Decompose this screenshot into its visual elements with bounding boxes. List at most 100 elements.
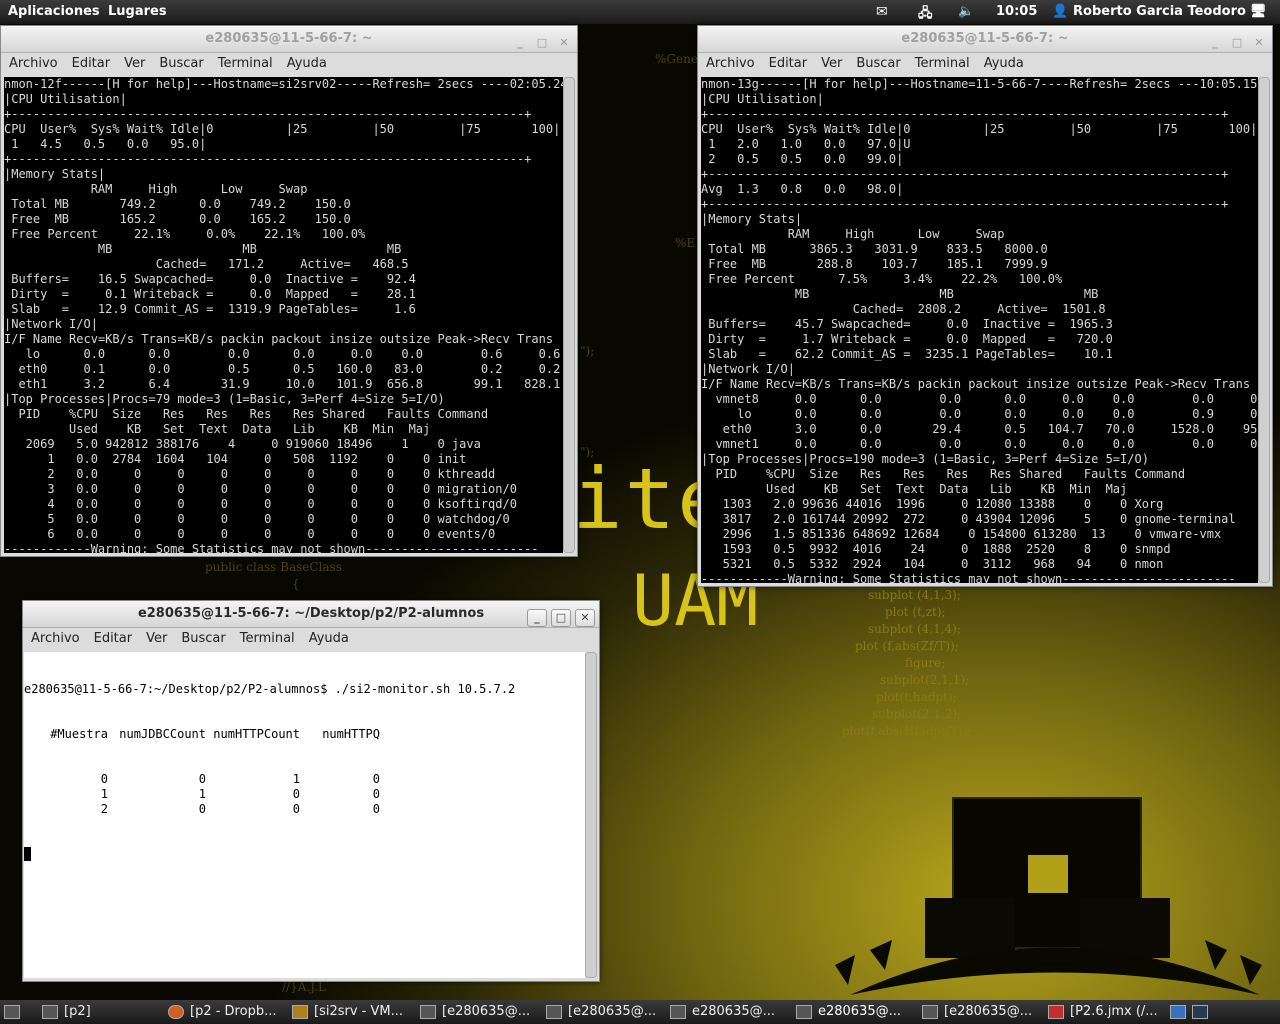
- menu-buscar[interactable]: Buscar: [181, 631, 225, 646]
- terminal-line: eth0 3.0 0.0 29.4 0.5 104.7 70.0 1528.0 …: [701, 422, 1258, 436]
- terminal-line: vmnet8 0.0 0.0 0.0 0.0 0.0 0.0 0.0 0.0: [701, 392, 1258, 406]
- taskbar-item-terminal[interactable]: [e280635@...: [420, 1004, 530, 1019]
- terminal-line: MB MB MB: [4, 242, 402, 256]
- menu-ver[interactable]: Ver: [124, 56, 145, 71]
- minimize-button[interactable]: _: [527, 609, 547, 627]
- maximize-button[interactable]: □: [533, 35, 551, 51]
- menu-ver[interactable]: Ver: [821, 56, 842, 71]
- close-button[interactable]: ✕: [555, 35, 573, 51]
- terminal-line: lo 0.0 0.0 0.0 0.0 0.0 0.0 0.9 0.9: [701, 407, 1258, 421]
- taskbar-label: e280635@...: [818, 1004, 902, 1019]
- terminal-line: Buffers= 45.7 Swapcached= 0.0 Inactive =…: [701, 317, 1113, 331]
- bg-code-line: public class BaseClass: [205, 560, 342, 574]
- terminal-line: |Network I/O|: [4, 317, 98, 331]
- maximize-button[interactable]: □: [1228, 35, 1246, 51]
- terminal-line: Slab = 12.9 Commit_AS = 1319.9 PageTable…: [4, 302, 416, 316]
- monitor-icon[interactable]: 🖥: [1250, 4, 1267, 19]
- scrollbar[interactable]: [1258, 77, 1270, 583]
- menu-buscar[interactable]: Buscar: [856, 56, 900, 71]
- table-cell: 1: [292, 772, 300, 786]
- terminal-line: Free MB 288.8 103.7 185.1 7999.9: [701, 257, 1048, 271]
- terminal-output[interactable]: nmon-13g------[H for help]---Hostname=11…: [701, 77, 1258, 583]
- menu-ayuda[interactable]: Ayuda: [984, 56, 1024, 71]
- clock[interactable]: 10:05: [996, 4, 1037, 19]
- window-titlebar[interactable]: e280635@11-5-66-7: ~/Desktop/p2/P2-alumn…: [23, 601, 599, 628]
- terminal-line: +---------------------------------------…: [701, 167, 1229, 181]
- terminal-line: |CPU Utilisation|: [4, 92, 127, 106]
- applications-menu[interactable]: Aplicaciones: [8, 4, 100, 19]
- menu-editar[interactable]: Editar: [72, 56, 111, 71]
- terminal-line: |Top Processes|Procs=79 mode=3 (1=Basic,…: [4, 392, 445, 406]
- menu-editar[interactable]: Editar: [769, 56, 808, 71]
- terminal-line: 2069 5.0 942812 388176 4 0 919060 18496 …: [4, 437, 481, 451]
- user-name[interactable]: Roberto Garcia Teodoro: [1073, 4, 1246, 19]
- show-desktop-icon[interactable]: [4, 1004, 26, 1019]
- menu-terminal[interactable]: Terminal: [915, 56, 970, 71]
- menu-editar[interactable]: Editar: [94, 631, 133, 646]
- terminal-line: 3 0.0 0 0 0 0 0 0 0 0 migration/0: [4, 482, 517, 496]
- taskbar-item-p2-folder[interactable]: [p2]: [42, 1004, 91, 1019]
- terminal-window-nmon-right[interactable]: e280635@11-5-66-7: ~ _ □ ✕ Archivo Editar Ve…: [697, 25, 1273, 587]
- text-cursor: [24, 847, 31, 861]
- terminal-line: RAM High Low Swap: [4, 182, 308, 196]
- taskbar-item-terminal-active[interactable]: e280635@...: [796, 1004, 901, 1019]
- menu-ayuda[interactable]: Ayuda: [309, 631, 349, 646]
- col-jdbc: numJDBCCount: [119, 727, 206, 741]
- terminal-line: Cached= 2808.2 Active= 1501.8: [701, 302, 1106, 316]
- terminal-line: vmnet1 0.0 0.0 0.0 0.0 0.0 0.0 0.0 0.0: [701, 437, 1258, 451]
- taskbar-item-terminal[interactable]: [e280635@...: [546, 1004, 656, 1019]
- menu-archivo[interactable]: Archivo: [31, 631, 80, 646]
- maximize-button[interactable]: □: [551, 609, 571, 627]
- user-icon: 👤: [1052, 4, 1069, 19]
- terminal-line: Free Percent 22.1% 0.0% 22.1% 100.0%: [4, 227, 366, 241]
- minimize-button[interactable]: _: [1206, 35, 1224, 51]
- network-icon[interactable]: 🖧: [918, 4, 933, 26]
- bg-code-line: plot (t,zt);: [885, 605, 946, 619]
- terminal-window-monitor[interactable]: e280635@11-5-66-7: ~/Desktop/p2/P2-alumn…: [22, 600, 600, 982]
- terminal-window-nmon-left[interactable]: e280635@11-5-66-7: ~ _ □ ✕ Archivo Editar Ve…: [0, 25, 578, 557]
- taskbar: [p2] [p2 - Dropb... [si2srv - VM... [e28…: [0, 1000, 1280, 1024]
- terminal-line: 5321 0.5 5332 2924 104 0 3112 968 94 0 n…: [701, 557, 1164, 571]
- window-titlebar[interactable]: e280635@11-5-66-7: ~ _ □ ✕: [698, 26, 1272, 53]
- menu-archivo[interactable]: Archivo: [706, 56, 755, 71]
- terminal-line: Avg 1.3 0.8 0.0 98.0|: [701, 182, 904, 196]
- menu-archivo[interactable]: Archivo: [9, 56, 58, 71]
- mail-icon[interactable]: ✉: [876, 4, 888, 20]
- terminal-output[interactable]: e280635@11-5-66-7:~/Desktop/p2/P2-alumno…: [24, 652, 585, 978]
- bg-code-line: plot(f,abs(Hfadpt/T));: [842, 724, 972, 738]
- scrollbar[interactable]: [585, 652, 597, 978]
- minimize-button[interactable]: _: [511, 35, 529, 51]
- terminal-icon: [420, 1004, 436, 1019]
- places-menu[interactable]: Lugares: [108, 4, 167, 19]
- terminal-line: Total MB 3865.3 3031.9 833.5 8000.0: [701, 242, 1048, 256]
- menu-terminal[interactable]: Terminal: [218, 56, 273, 71]
- terminal-line: +---------------------------------------…: [701, 197, 1229, 211]
- close-button[interactable]: ✕: [575, 609, 595, 627]
- terminal-line: Buffers= 16.5 Swapcached= 0.0 Inactive =…: [4, 272, 416, 286]
- bg-code-line: plot (f,abs(Zf/T));: [855, 639, 959, 653]
- terminal-line: 6 0.0 0 0 0 0 0 0 0 0 events/0: [4, 527, 496, 541]
- menu-terminal[interactable]: Terminal: [240, 631, 295, 646]
- taskbar-label: e280635@...: [692, 1004, 776, 1019]
- taskbar-item-jmeter[interactable]: [P2.6.jmx (/...: [1048, 1004, 1158, 1019]
- taskbar-item-firefox[interactable]: [p2 - Dropb...: [168, 1004, 276, 1019]
- table-row: 2000: [24, 802, 585, 817]
- terminal-line: 5 0.0 0 0 0 0 0 0 0 0 watchdog/0: [4, 512, 510, 526]
- terminal-line: 1 2.0 1.0 0.0 97.0|U: [701, 137, 911, 151]
- volume-icon[interactable]: 🔈: [958, 4, 974, 19]
- jmeter-icon: [1048, 1004, 1064, 1019]
- taskbar-item-terminal[interactable]: e280635@...: [670, 1004, 775, 1019]
- terminal-output[interactable]: nmon-12f------[H for help]---Hostname=si…: [4, 77, 563, 553]
- workspace-switcher[interactable]: [1170, 1004, 1214, 1019]
- terminal-line: 1 4.5 0.5 0.0 95.0|: [4, 137, 207, 151]
- menu-ver[interactable]: Ver: [146, 631, 167, 646]
- menu-buscar[interactable]: Buscar: [159, 56, 203, 71]
- window-titlebar[interactable]: e280635@11-5-66-7: ~ _ □ ✕: [1, 26, 577, 53]
- taskbar-item-terminal[interactable]: [e280635@...: [922, 1004, 1032, 1019]
- taskbar-item-vmware[interactable]: [si2srv - VM...: [292, 1004, 403, 1019]
- terminal-line: |Memory Stats|: [4, 167, 106, 181]
- terminal-line: 1303 2.0 99636 44016 1996 0 12080 13388 …: [701, 497, 1164, 511]
- scrollbar[interactable]: [563, 77, 575, 553]
- menu-ayuda[interactable]: Ayuda: [287, 56, 327, 71]
- close-button[interactable]: ✕: [1250, 35, 1268, 51]
